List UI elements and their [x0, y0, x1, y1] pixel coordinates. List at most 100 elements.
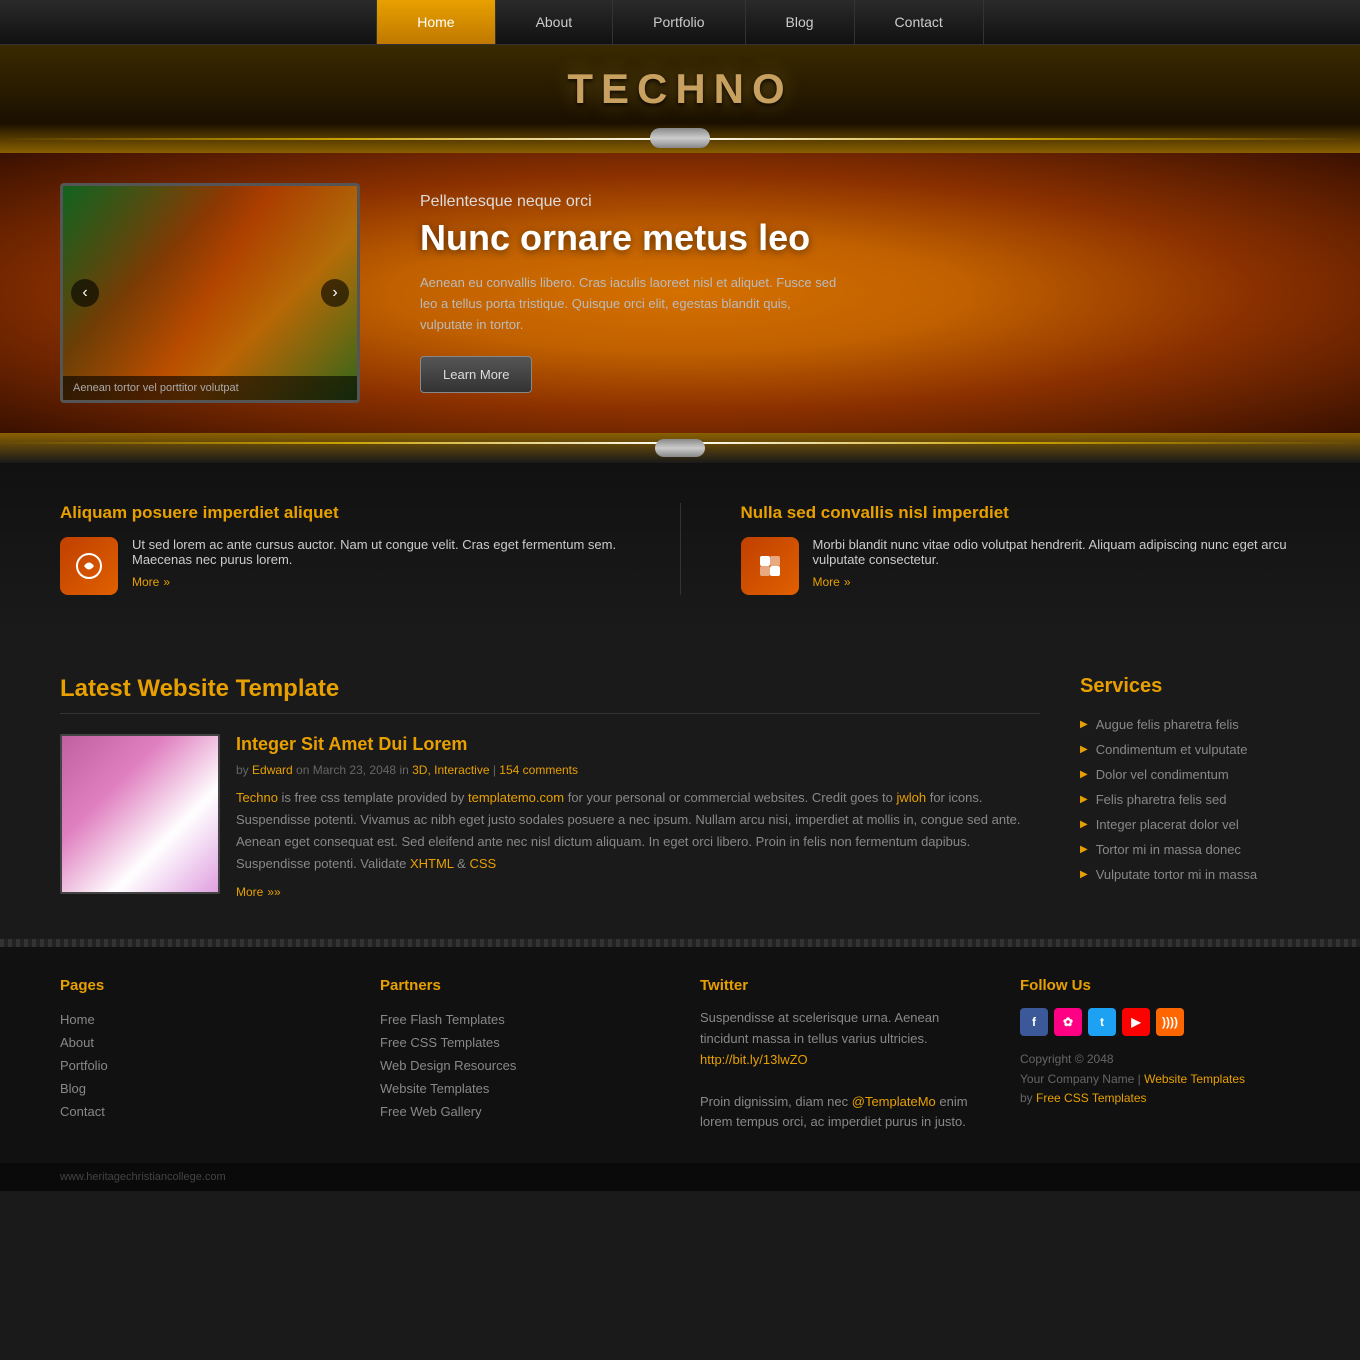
slider-prev-btn[interactable]: ‹: [71, 279, 99, 307]
nav-about[interactable]: About: [496, 0, 614, 44]
feature-2-title: Nulla sed convallis nisl imperdiet: [741, 503, 1301, 523]
blog-post: Integer Sit Amet Dui Lorem by Edward on …: [60, 734, 1040, 899]
twitter-text1: Suspendisse at scelerisque urna. Aenean …: [700, 1010, 939, 1046]
site-title: TECHNO: [0, 65, 1360, 113]
feature-2-body: Morbi blandit nunc vitae odio volutpat h…: [741, 537, 1301, 595]
footer-pages-title: Pages: [60, 977, 340, 994]
footer-page-0[interactable]: Home: [60, 1012, 95, 1027]
sidebar-item: Augue felis pharetra felis: [1080, 712, 1300, 737]
footer-pages: Pages Home About Portfolio Blog Contact: [60, 977, 340, 1133]
footer-partner-1[interactable]: Free CSS Templates: [380, 1035, 500, 1050]
post-body: Techno is free css template provided by …: [236, 787, 1040, 875]
post-content: Integer Sit Amet Dui Lorem by Edward on …: [236, 734, 1040, 899]
post-author[interactable]: Edward: [252, 763, 293, 777]
nav-blog[interactable]: Blog: [746, 0, 855, 44]
sidebar-item: Condimentum et vulputate: [1080, 737, 1300, 762]
blog-section: Latest Website Template Integer Sit Amet…: [60, 675, 1040, 899]
sidebar-link-6[interactable]: Vulputate tortor mi in massa: [1096, 867, 1257, 882]
bottom-ornament: [655, 439, 705, 457]
sidebar-item: Vulputate tortor mi in massa: [1080, 862, 1300, 887]
nav-portfolio[interactable]: Portfolio: [613, 0, 745, 44]
feature-2-desc: Morbi blandit nunc vitae odio volutpat h…: [813, 537, 1287, 567]
hero-text: Pellentesque neque orci Nunc ornare metu…: [420, 193, 1300, 392]
sidebar-item: Integer placerat dolor vel: [1080, 812, 1300, 837]
hero-subtitle: Pellentesque neque orci: [420, 193, 1300, 211]
footer-partners: Partners Free Flash Templates Free CSS T…: [380, 977, 660, 1133]
footer-partners-title: Partners: [380, 977, 660, 994]
footer-link-wt[interactable]: Website Templates: [1144, 1072, 1245, 1086]
sidebar-list: Augue felis pharetra felis Condimentum e…: [1080, 712, 1300, 887]
footer-bottom: www.heritagechristiancollege.com: [0, 1163, 1360, 1191]
nav-contact[interactable]: Contact: [855, 0, 984, 44]
footer-partner-4[interactable]: Free Web Gallery: [380, 1104, 482, 1119]
header-divider: [0, 123, 1360, 153]
post-xhtml[interactable]: XHTML: [410, 856, 454, 871]
slider-next-btn[interactable]: ›: [321, 279, 349, 307]
post-title: Integer Sit Amet Dui Lorem: [236, 734, 1040, 755]
feature-1-title: Aliquam posuere imperdiet aliquet: [60, 503, 620, 523]
feature-2-text: Morbi blandit nunc vitae odio volutpat h…: [813, 537, 1301, 589]
footer-partner-2[interactable]: Web Design Resources: [380, 1058, 516, 1073]
footer-partners-list: Free Flash Templates Free CSS Templates …: [380, 1008, 660, 1123]
twitter-text2: Proin dignissim, diam nec: [700, 1094, 848, 1109]
post-more-link[interactable]: More »»: [236, 885, 281, 899]
feature-1-text: Ut sed lorem ac ante cursus auctor. Nam …: [132, 537, 620, 589]
footer: Pages Home About Portfolio Blog Contact …: [0, 947, 1360, 1163]
footer-twitter: Twitter Suspendisse at scelerisque urna.…: [700, 977, 980, 1133]
post-comments[interactable]: 154 comments: [499, 763, 578, 777]
footer-link-css[interactable]: Free CSS Templates: [1036, 1091, 1147, 1105]
sidebar: Services Augue felis pharetra felis Cond…: [1080, 675, 1300, 899]
youtube-icon[interactable]: ▶: [1122, 1008, 1150, 1036]
feature-2-more[interactable]: More »: [813, 575, 851, 589]
section-divider: [60, 713, 1040, 714]
rss-icon[interactable]: )))): [1156, 1008, 1184, 1036]
footer-follow: Follow Us f ✿ t ▶ )))) Copyright © 2048 …: [1020, 977, 1300, 1133]
slider-caption: Aenean tortor vel porttitor volutpat: [63, 376, 357, 400]
blog-section-title: Latest Website Template: [60, 675, 1040, 703]
footer-page-4[interactable]: Contact: [60, 1104, 105, 1119]
sidebar-link-5[interactable]: Tortor mi in massa donec: [1096, 842, 1241, 857]
post-tag-techno[interactable]: Techno: [236, 790, 278, 805]
twitter-icon[interactable]: t: [1088, 1008, 1116, 1036]
features-section: Aliquam posuere imperdiet aliquet Ut sed…: [0, 463, 1360, 635]
footer-copyright: Copyright © 2048 Your Company Name | Web…: [1020, 1050, 1300, 1108]
hero-section: ‹ › Aenean tortor vel porttitor volutpat…: [0, 153, 1360, 433]
sidebar-link-3[interactable]: Felis pharetra felis sed: [1096, 792, 1227, 807]
post-link-templatemo[interactable]: templatemo.com: [468, 790, 564, 805]
header-ornament: [650, 128, 710, 148]
sidebar-item: Tortor mi in massa donec: [1080, 837, 1300, 862]
sidebar-link-1[interactable]: Condimentum et vulputate: [1096, 742, 1248, 757]
feature-divider: [680, 503, 681, 595]
facebook-icon[interactable]: f: [1020, 1008, 1048, 1036]
footer-twitter-content: Suspendisse at scelerisque urna. Aenean …: [700, 1008, 980, 1133]
footer-page-1[interactable]: About: [60, 1035, 94, 1050]
footer-page-2[interactable]: Portfolio: [60, 1058, 108, 1073]
sidebar-item: Dolor vel condimentum: [1080, 762, 1300, 787]
twitter-link2[interactable]: @TemplateMo: [852, 1094, 936, 1109]
feature-2: Nulla sed convallis nisl imperdiet Morbi…: [741, 503, 1301, 595]
hero-slider: ‹ › Aenean tortor vel porttitor volutpat: [60, 183, 360, 403]
feature-2-icon: [741, 537, 799, 595]
post-categories[interactable]: 3D, Interactive: [412, 763, 489, 777]
hero-title: Nunc ornare metus leo: [420, 217, 1300, 259]
hero-description: Aenean eu convallis libero. Cras iaculis…: [420, 273, 840, 335]
sidebar-link-4[interactable]: Integer placerat dolor vel: [1096, 817, 1239, 832]
learn-more-button[interactable]: Learn More: [420, 356, 532, 393]
footer-partner-0[interactable]: Free Flash Templates: [380, 1012, 505, 1027]
nav-home[interactable]: Home: [376, 0, 495, 44]
feature-1: Aliquam posuere imperdiet aliquet Ut sed…: [60, 503, 620, 595]
post-css[interactable]: CSS: [469, 856, 496, 871]
sidebar-link-0[interactable]: Augue felis pharetra felis: [1096, 717, 1239, 732]
footer-follow-title: Follow Us: [1020, 977, 1300, 994]
footer-page-3[interactable]: Blog: [60, 1081, 86, 1096]
post-link-jwloh[interactable]: jwloh: [896, 790, 926, 805]
post-meta: by Edward on March 23, 2048 in 3D, Inter…: [236, 763, 1040, 777]
footer-partner-3[interactable]: Website Templates: [380, 1081, 489, 1096]
feature-1-more[interactable]: More »: [132, 575, 170, 589]
site-header: TECHNO: [0, 45, 1360, 123]
flickr-icon[interactable]: ✿: [1054, 1008, 1082, 1036]
sidebar-link-2[interactable]: Dolor vel condimentum: [1096, 767, 1229, 782]
main-nav: Home About Portfolio Blog Contact: [0, 0, 1360, 45]
twitter-link1[interactable]: http://bit.ly/13lwZO: [700, 1052, 808, 1067]
watermark-text: www.heritagechristiancollege.com: [60, 1171, 226, 1183]
